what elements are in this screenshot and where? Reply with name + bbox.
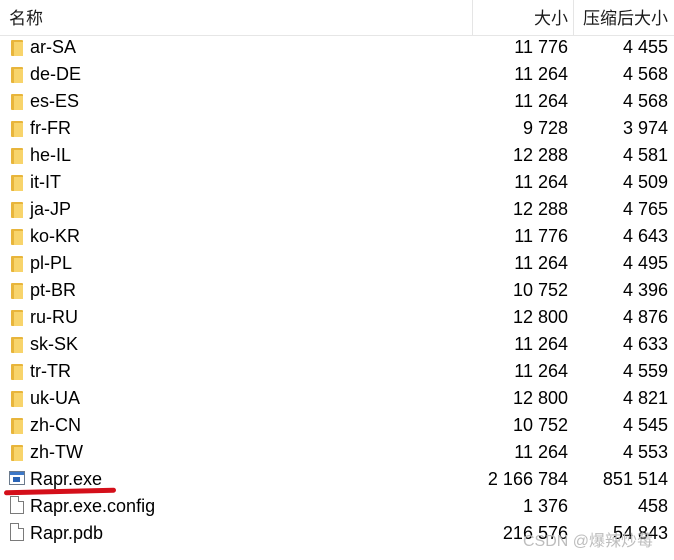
column-header: 名称 大小 压缩后大小	[0, 0, 674, 36]
item-packed-size: 4 643	[622, 226, 668, 246]
list-item[interactable]: fr-FR 9 728 3 974	[0, 115, 674, 142]
item-name: ru-RU	[30, 307, 78, 327]
item-name: ja-JP	[30, 199, 72, 219]
item-packed-size: 4 876	[622, 307, 668, 327]
list-item[interactable]: zh-CN 10 752 4 545	[0, 412, 674, 439]
folder-icon	[9, 169, 25, 196]
item-packed-size: 3 974	[622, 118, 668, 138]
item-size: 11 264	[514, 442, 568, 462]
item-size: 11 264	[514, 64, 568, 84]
item-name: uk-UA	[30, 388, 81, 408]
watermark: CSDN @爆辣炒莓	[523, 533, 654, 550]
item-size: 12 800	[512, 388, 568, 408]
file-list: ar-SA 11 776 4 455 de-DE 11 264 4 568 es…	[0, 34, 674, 547]
list-item[interactable]: Rapr.exe.config 1 376 458	[0, 493, 674, 520]
item-name: he-IL	[30, 145, 72, 165]
item-name: ko-KR	[30, 226, 81, 246]
list-item[interactable]: pt-BR 10 752 4 396	[0, 277, 674, 304]
item-size: 11 264	[514, 172, 568, 192]
item-packed-size: 4 455	[622, 37, 668, 57]
column-header-size[interactable]: 大小	[474, 0, 574, 35]
item-size: 10 752	[512, 280, 568, 300]
list-item[interactable]: he-IL 12 288 4 581	[0, 142, 674, 169]
item-packed-size: 4 495	[622, 253, 668, 273]
item-size: 11 776	[514, 37, 568, 57]
folder-icon	[9, 142, 25, 169]
folder-icon	[9, 304, 25, 331]
item-packed-size: 458	[637, 496, 668, 516]
folder-icon	[9, 277, 25, 304]
list-item[interactable]: uk-UA 12 800 4 821	[0, 385, 674, 412]
file-icon	[9, 520, 25, 547]
list-item[interactable]: tr-TR 11 264 4 559	[0, 358, 674, 385]
list-item[interactable]: es-ES 11 264 4 568	[0, 88, 674, 115]
folder-icon	[9, 115, 25, 142]
item-packed-size: 4 568	[622, 91, 668, 111]
list-item[interactable]: ar-SA 11 776 4 455	[0, 34, 674, 61]
item-size: 1 376	[522, 496, 568, 516]
item-name: tr-TR	[30, 361, 71, 381]
folder-icon	[9, 439, 25, 466]
folder-icon	[9, 412, 25, 439]
item-packed-size: 4 581	[622, 145, 668, 165]
item-packed-size: 4 765	[622, 199, 668, 219]
item-packed-size: 4 568	[622, 64, 668, 84]
item-name: zh-TW	[30, 442, 83, 462]
folder-icon	[9, 385, 25, 412]
item-size: 9 728	[522, 118, 568, 138]
item-packed-size: 4 633	[622, 334, 668, 354]
item-size: 11 776	[514, 226, 568, 246]
item-packed-size: 4 509	[622, 172, 668, 192]
list-item[interactable]: it-IT 11 264 4 509	[0, 169, 674, 196]
item-name: ar-SA	[30, 37, 77, 57]
item-size: 12 800	[512, 307, 568, 327]
item-name: Rapr.pdb	[30, 523, 104, 543]
item-packed-size: 4 553	[622, 442, 668, 462]
column-header-name[interactable]: 名称	[0, 0, 473, 35]
folder-icon	[9, 331, 25, 358]
item-size: 11 264	[514, 334, 568, 354]
list-item[interactable]: ru-RU 12 800 4 876	[0, 304, 674, 331]
item-size: 11 264	[514, 91, 568, 111]
item-packed-size: 4 396	[622, 280, 668, 300]
item-name: pl-PL	[30, 253, 73, 273]
folder-icon	[9, 250, 25, 277]
item-name: it-IT	[30, 172, 61, 192]
item-name: fr-FR	[30, 118, 71, 138]
folder-icon	[9, 34, 25, 61]
list-item[interactable]: de-DE 11 264 4 568	[0, 61, 674, 88]
list-item[interactable]: pl-PL 11 264 4 495	[0, 250, 674, 277]
item-packed-size: 4 559	[622, 361, 668, 381]
list-item[interactable]: ja-JP 12 288 4 765	[0, 196, 674, 223]
folder-icon	[9, 223, 25, 250]
list-item[interactable]: ko-KR 11 776 4 643	[0, 223, 674, 250]
item-size: 11 264	[514, 361, 568, 381]
item-size: 11 264	[514, 253, 568, 273]
folder-icon	[9, 61, 25, 88]
item-name: de-DE	[30, 64, 82, 84]
item-name: Rapr.exe.config	[30, 496, 156, 516]
folder-icon	[9, 88, 25, 115]
list-item[interactable]: sk-SK 11 264 4 633	[0, 331, 674, 358]
item-packed-size: 4 821	[622, 388, 668, 408]
item-name: zh-CN	[30, 415, 82, 435]
item-packed-size: 4 545	[622, 415, 668, 435]
item-name: es-ES	[30, 91, 80, 111]
item-size: 12 288	[512, 145, 568, 165]
file-icon	[9, 493, 25, 520]
folder-icon	[9, 358, 25, 385]
item-size: 10 752	[512, 415, 568, 435]
item-name: sk-SK	[30, 334, 79, 354]
column-header-packed-size[interactable]: 压缩后大小	[575, 0, 674, 35]
list-item[interactable]: zh-TW 11 264 4 553	[0, 439, 674, 466]
item-size: 12 288	[512, 199, 568, 219]
item-name: pt-BR	[30, 280, 77, 300]
folder-icon	[9, 196, 25, 223]
item-packed-size: 851 514	[602, 469, 668, 489]
item-size: 2 166 784	[487, 469, 568, 489]
